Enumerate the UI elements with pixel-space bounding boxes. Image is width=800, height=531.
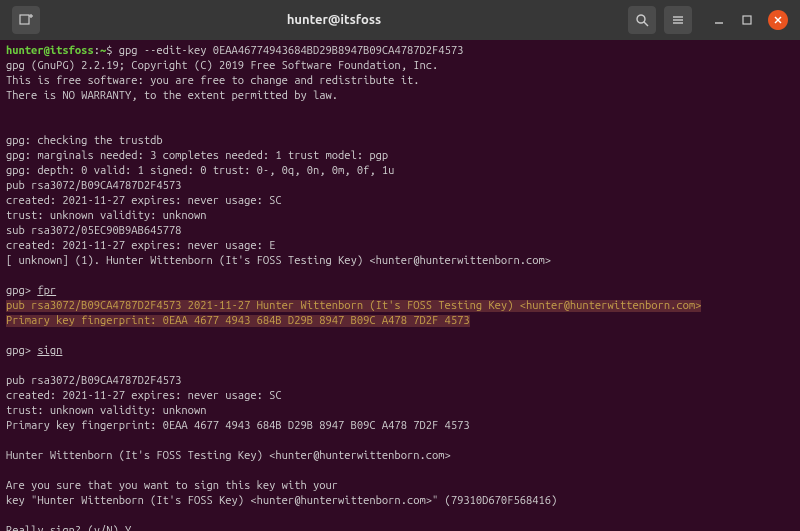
terminal-line: pub rsa3072/B09CA4787D2F4573 <box>6 374 794 389</box>
blank-line <box>6 104 794 119</box>
terminal-line: created: 2021-11-27 expires: never usage… <box>6 194 794 209</box>
terminal-line: [ unknown] (1). Hunter Wittenborn (It's … <box>6 254 794 269</box>
terminal-line: created: 2021-11-27 expires: never usage… <box>6 389 794 404</box>
really-sign-answer: Y <box>125 525 131 531</box>
terminal-line: Really sign? (y/N) Y <box>6 524 794 531</box>
maximize-button[interactable] <box>740 13 754 27</box>
command-text: gpg --edit-key 0EAA46774943684BD29B8947B… <box>119 45 464 57</box>
terminal-line: gpg> fpr <box>6 284 794 299</box>
terminal-line: Are you sure that you want to sign this … <box>6 479 794 494</box>
terminal-line: pub rsa3072/B09CA4787D2F4573 2021-11-27 … <box>6 299 794 314</box>
window-title: hunter@itsfoss <box>287 13 381 27</box>
terminal-line: trust: unknown validity: unknown <box>6 209 794 224</box>
new-tab-button[interactable] <box>12 6 40 34</box>
terminal-line: gpg> sign <box>6 344 794 359</box>
terminal-line: created: 2021-11-27 expires: never usage… <box>6 239 794 254</box>
menu-button[interactable] <box>664 6 692 34</box>
minimize-button[interactable] <box>712 13 726 27</box>
fingerprint-line: pub rsa3072/B09CA4787D2F4573 2021-11-27 … <box>6 300 701 312</box>
sign-command: sign <box>37 345 62 357</box>
terminal-line: hunter@itsfoss:~$ gpg --edit-key 0EAA467… <box>6 44 794 59</box>
terminal-area[interactable]: hunter@itsfoss:~$ gpg --edit-key 0EAA467… <box>0 40 800 531</box>
blank-line <box>6 359 794 374</box>
blank-line <box>6 119 794 134</box>
prompt-user: hunter@itsfoss <box>6 45 94 57</box>
terminal-line: This is free software: you are free to c… <box>6 74 794 89</box>
gpg-prompt: gpg> <box>6 345 37 357</box>
blank-line <box>6 464 794 479</box>
terminal-line: trust: unknown validity: unknown <box>6 404 794 419</box>
terminal-line: gpg: depth: 0 valid: 1 signed: 0 trust: … <box>6 164 794 179</box>
blank-line <box>6 269 794 284</box>
terminal-line: Hunter Wittenborn (It's FOSS Testing Key… <box>6 449 794 464</box>
terminal-line: Primary key fingerprint: 0EAA 4677 4943 … <box>6 314 794 329</box>
titlebar: hunter@itsfoss <box>0 0 800 40</box>
terminal-line: gpg: marginals needed: 3 completes neede… <box>6 149 794 164</box>
window-controls <box>712 10 788 30</box>
terminal-line: Primary key fingerprint: 0EAA 4677 4943 … <box>6 419 794 434</box>
terminal-line: There is NO WARRANTY, to the extent perm… <box>6 89 794 104</box>
fpr-command: fpr <box>37 285 56 297</box>
search-button[interactable] <box>628 6 656 34</box>
terminal-line: pub rsa3072/B09CA4787D2F4573 <box>6 179 794 194</box>
terminal-line: key "Hunter Wittenborn (It's FOSS Key) <… <box>6 494 794 509</box>
titlebar-right <box>628 6 788 34</box>
terminal-line: gpg (GnuPG) 2.2.19; Copyright (C) 2019 F… <box>6 59 794 74</box>
really-sign-prompt: Really sign? (y/N) <box>6 525 125 531</box>
titlebar-left <box>12 6 40 34</box>
close-button[interactable] <box>768 10 788 30</box>
blank-line <box>6 434 794 449</box>
terminal-line: sub rsa3072/05EC90B9AB645778 <box>6 224 794 239</box>
fingerprint-line: Primary key fingerprint: 0EAA 4677 4943 … <box>6 315 470 327</box>
blank-line <box>6 329 794 344</box>
gpg-prompt: gpg> <box>6 285 37 297</box>
terminal-line: gpg: checking the trustdb <box>6 134 794 149</box>
blank-line <box>6 509 794 524</box>
